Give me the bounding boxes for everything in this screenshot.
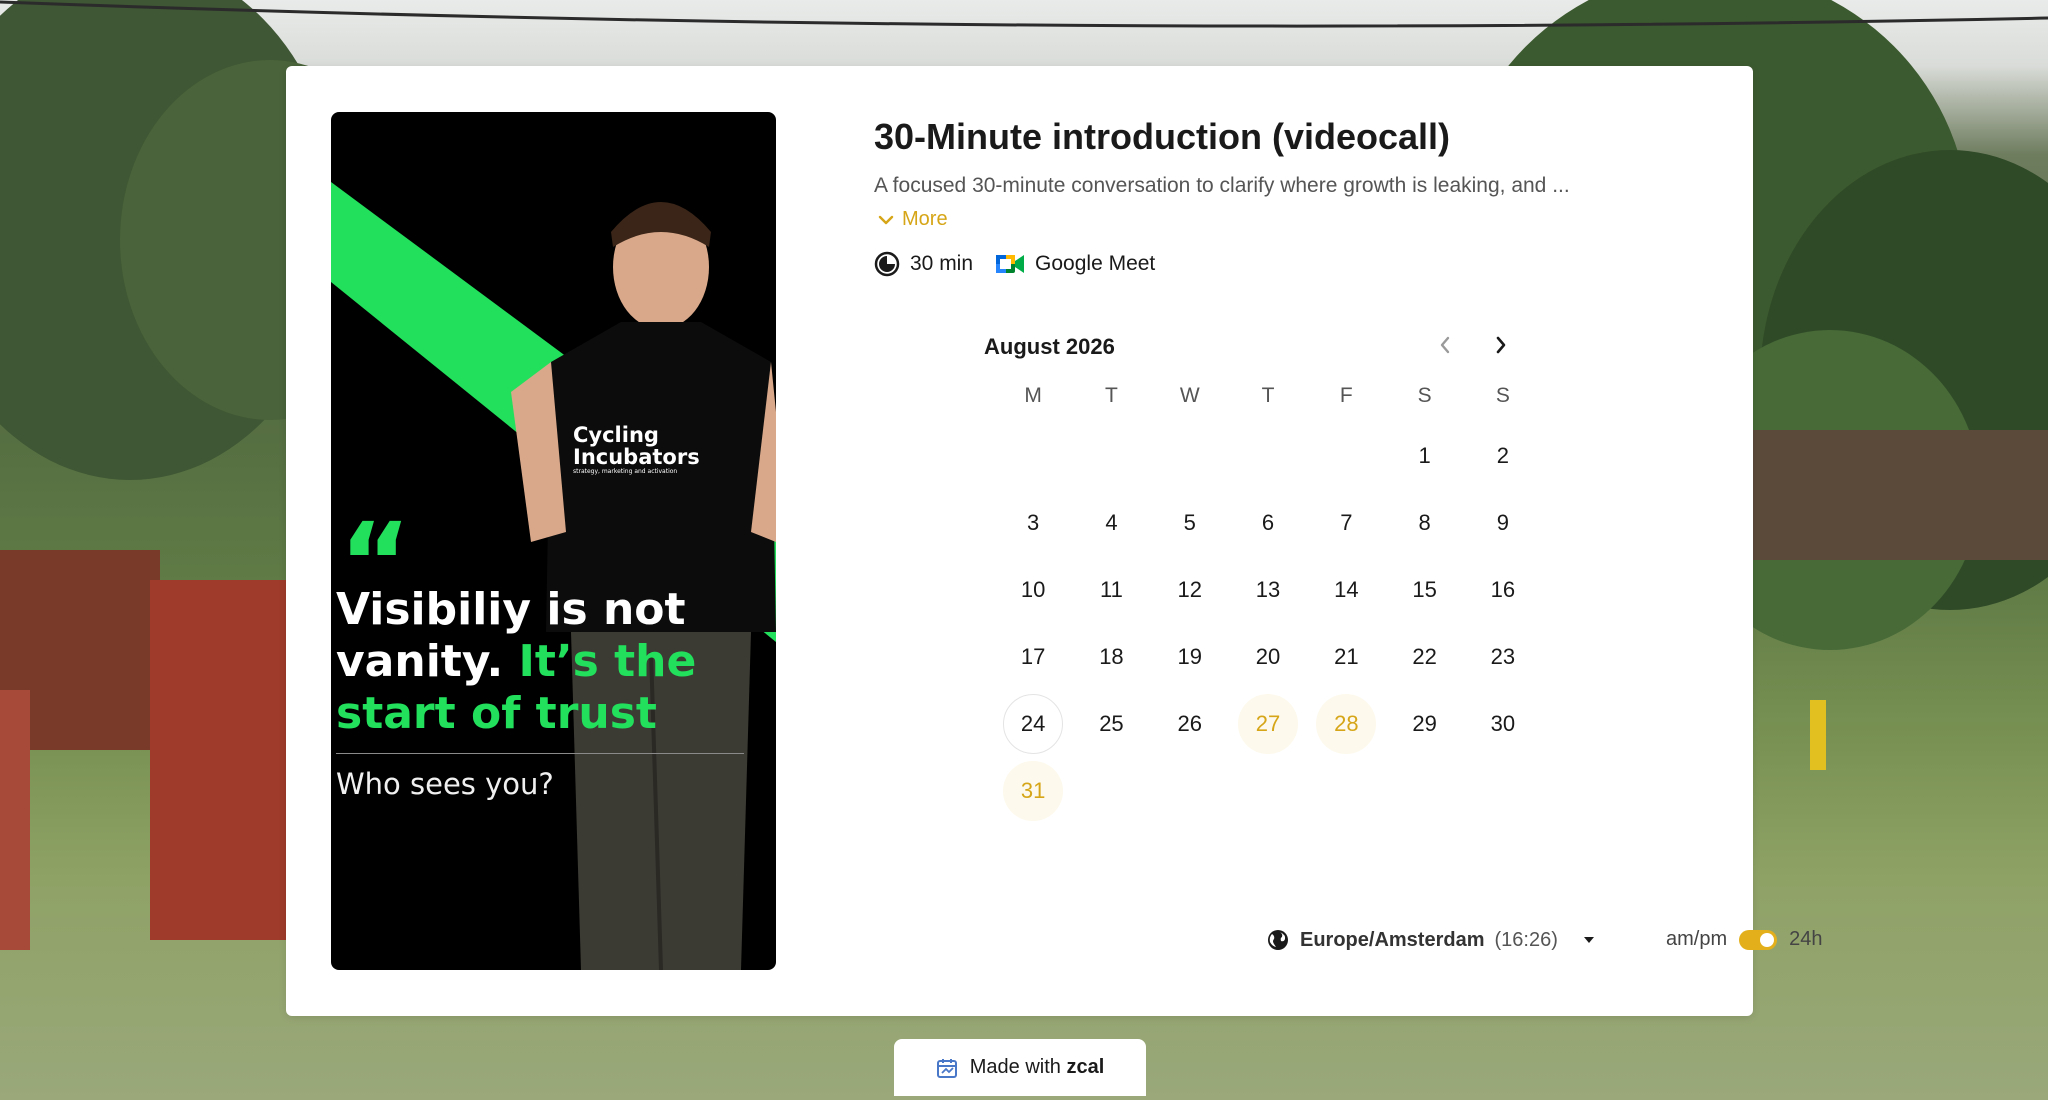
weekday-label: F — [1339, 384, 1353, 407]
calendar-day: 18 — [1099, 644, 1124, 669]
calendar-day: 5 — [1183, 510, 1196, 535]
booking-card: Cycling Incubators strategy, marketing a… — [286, 66, 1823, 1016]
calendar-day-available[interactable]: 27 — [1238, 694, 1299, 754]
calendar-day: 25 — [1099, 711, 1124, 736]
weekday-label: S — [1417, 384, 1432, 407]
calendar-day: 29 — [1412, 711, 1437, 736]
next-month-button[interactable] — [1486, 330, 1516, 360]
calendar-day: 11 — [1100, 577, 1123, 602]
location: Google Meet — [995, 252, 1155, 276]
made-with-zcal-link[interactable]: Made with zcal — [894, 1039, 1146, 1096]
more-button[interactable]: More — [878, 208, 948, 231]
timezone-current-time: (16:26) — [1494, 928, 1558, 951]
calendar-day: 20 — [1255, 644, 1281, 669]
weekday-label: T — [1261, 384, 1275, 407]
calendar-day: 26 — [1177, 711, 1202, 736]
promo-divider — [336, 753, 744, 754]
made-with-label: Made with zcal — [969, 1056, 1105, 1078]
calendar-day: 30 — [1490, 711, 1516, 736]
weekday-label: T — [1105, 384, 1118, 407]
time-format-switch: am/pm 24h — [1666, 928, 1823, 951]
toggle-knob — [1760, 932, 1775, 947]
calendar-day: 14 — [1334, 577, 1359, 602]
duration: 30 min — [874, 251, 973, 277]
calendar-day: 13 — [1255, 577, 1281, 602]
calendar-day: 19 — [1177, 644, 1202, 669]
calendar-day: 8 — [1418, 510, 1431, 535]
time-format-toggle[interactable] — [1739, 929, 1778, 950]
chevron-left-icon — [1440, 336, 1450, 354]
clock-icon — [874, 251, 900, 277]
shirt-logo: Cycling Incubators strategy, marketing a… — [573, 423, 700, 475]
calendar-day-available[interactable]: 31 — [1003, 761, 1064, 821]
previous-month-button[interactable] — [1430, 330, 1460, 360]
google-meet-icon — [996, 255, 1025, 273]
globe-icon — [1268, 930, 1288, 950]
zcal-calendar-icon — [936, 1058, 957, 1078]
calendar-day: 2 — [1496, 443, 1510, 468]
promo-quote: Visibiliy is not vanity. It’s the start … — [336, 584, 697, 739]
calendar-day-available[interactable]: 28 — [1316, 694, 1377, 754]
promo-subline: Who sees you? — [336, 767, 554, 801]
calendar-day: 16 — [1490, 577, 1516, 602]
weekday-header: M T W T F S S — [994, 384, 1542, 408]
chevron-right-icon — [1496, 336, 1506, 354]
location-label: Google Meet — [1035, 252, 1156, 275]
calendar-day: 9 — [1496, 510, 1510, 535]
calendar-day: 22 — [1412, 644, 1437, 669]
calendar-day: 15 — [1412, 577, 1437, 602]
24h-label: 24h — [1789, 928, 1823, 950]
chevron-down-icon — [878, 215, 894, 224]
calendar-day: 7 — [1340, 510, 1353, 535]
timezone-selector[interactable]: Europe/Amsterdam (16:26) — [1266, 928, 1596, 952]
calendar-days-grid: 1 2 3 4 5 6 7 8 9 10 11 12 13 14 15 16 17 18 19 20 21 22 23 24 2… — [994, 423, 1542, 825]
calendar-day: 1 — [1418, 443, 1431, 468]
calendar-day: 23 — [1490, 644, 1516, 669]
calendar-day: 21 — [1334, 644, 1359, 669]
calendar-day: 12 — [1177, 577, 1202, 602]
calendar-day: 3 — [1027, 510, 1040, 535]
ampm-label: am/pm — [1666, 928, 1728, 950]
promo-image: Cycling Incubators strategy, marketing a… — [331, 112, 776, 970]
weekday-label: S — [1495, 384, 1510, 407]
calendar-day: 10 — [1020, 577, 1046, 602]
more-label: More — [902, 208, 948, 230]
weekday-label: W — [1179, 384, 1200, 407]
calendar-month-label: August 2026 — [984, 334, 1115, 359]
calendar-day: 24 — [1003, 694, 1064, 754]
weekday-label: M — [1024, 384, 1042, 407]
timezone-name: Europe/Amsterdam — [1300, 928, 1485, 951]
event-meta: 30 min Google Meet — [874, 251, 1177, 277]
calendar-day: 4 — [1105, 510, 1118, 535]
duration-label: 30 min — [910, 252, 974, 275]
event-title: 30-Minute introduction (videocall) — [874, 116, 1451, 157]
caret-down-icon — [1583, 937, 1594, 943]
calendar-day: 17 — [1020, 644, 1046, 669]
event-description: A focused 30-minute conversation to clar… — [874, 174, 1570, 197]
calendar-day: 6 — [1261, 510, 1275, 535]
